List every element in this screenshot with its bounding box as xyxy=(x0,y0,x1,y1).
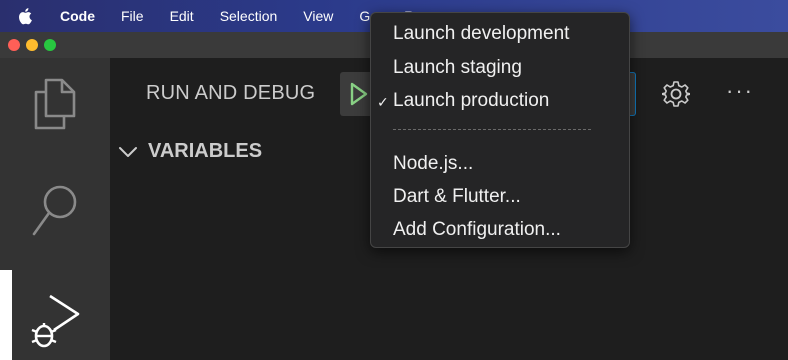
gear-icon[interactable] xyxy=(662,80,690,108)
apple-logo-icon[interactable] xyxy=(18,7,34,25)
dropdown-separator xyxy=(393,129,591,130)
checkmark-icon: ✓ xyxy=(377,94,389,110)
menu-code[interactable]: Code xyxy=(60,8,95,24)
more-actions-button[interactable]: ··· xyxy=(726,78,754,104)
menu-edit[interactable]: Edit xyxy=(170,8,194,24)
dropdown-item-dart-flutter[interactable]: Dart & Flutter... xyxy=(393,186,521,208)
minimize-window-button[interactable] xyxy=(26,39,38,51)
run-and-debug-icon[interactable] xyxy=(28,290,84,352)
activity-bar-cutout xyxy=(0,270,12,360)
variables-section-label: VARIABLES xyxy=(148,140,263,162)
dropdown-item-launch-staging[interactable]: Launch staging xyxy=(393,57,522,79)
zoom-window-button[interactable] xyxy=(44,39,56,51)
search-icon[interactable] xyxy=(30,180,82,240)
variables-section-header[interactable]: VARIABLES xyxy=(118,140,262,163)
chevron-down-icon xyxy=(119,146,137,157)
dropdown-item-launch-production[interactable]: Launch production xyxy=(393,90,549,112)
close-window-button[interactable] xyxy=(8,39,20,51)
sidebar-title: RUN AND DEBUG xyxy=(146,82,316,104)
dropdown-item-nodejs[interactable]: Node.js... xyxy=(393,153,473,175)
dropdown-item-launch-development[interactable]: Launch development xyxy=(393,23,569,45)
menu-file[interactable]: File xyxy=(121,8,144,24)
menu-view[interactable]: View xyxy=(303,8,333,24)
menu-selection[interactable]: Selection xyxy=(220,8,278,24)
explorer-icon[interactable] xyxy=(30,76,80,132)
dropdown-item-add-configuration[interactable]: Add Configuration... xyxy=(393,219,561,241)
launch-config-dropdown: Launch development Launch staging ✓ Laun… xyxy=(370,12,630,248)
